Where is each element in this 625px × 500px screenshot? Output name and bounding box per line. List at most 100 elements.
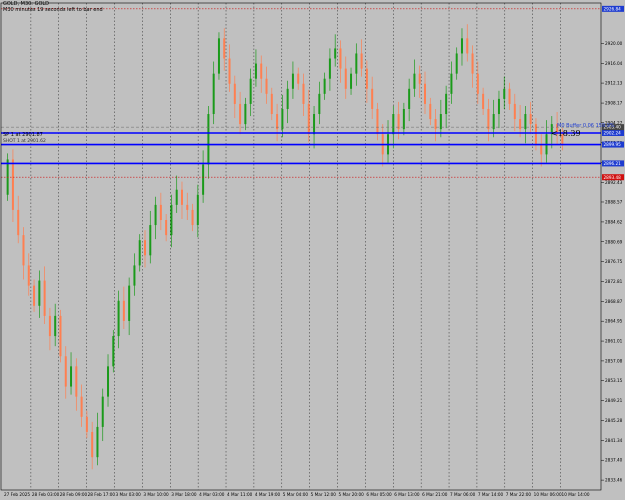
time-tick-label: 10 Mar 06:00 — [534, 492, 562, 497]
candle-body — [503, 88, 506, 99]
candle-body — [159, 204, 162, 221]
candle-body — [228, 58, 231, 84]
candle-body — [128, 285, 131, 321]
candle-body — [344, 68, 347, 89]
candle-body — [466, 38, 469, 54]
candle-body — [180, 189, 183, 205]
candle-body — [270, 93, 273, 115]
candle-body — [27, 265, 30, 286]
candle-body — [244, 103, 247, 125]
candle-body — [186, 204, 189, 210]
price-tick-label: 2888.57 — [605, 199, 623, 204]
candle-body — [524, 114, 527, 130]
candle-body — [297, 73, 300, 84]
candle-body — [286, 88, 289, 109]
candle-body — [239, 103, 242, 125]
candle-body — [402, 108, 405, 130]
candle-body — [307, 103, 310, 135]
price-chart[interactable]: 27 Feb 2025 28 Feb 03:00 28 Feb 09:00 28 Fe… — [0, 0, 625, 500]
candle-body — [476, 73, 479, 94]
price-tick-label: 2864.95 — [605, 319, 623, 324]
candle-body — [318, 93, 321, 115]
price-tick-label: 2912.13 — [605, 81, 623, 86]
candle-body — [313, 114, 316, 135]
candle-body — [429, 103, 432, 120]
candle-body — [513, 103, 516, 120]
candle-body — [191, 209, 194, 226]
candle-body — [59, 315, 62, 357]
candle-body — [302, 83, 305, 104]
time-tick-label: 28 Feb 17:00 — [88, 492, 116, 497]
time-tick-label: 6 Mar 05:00 — [366, 492, 392, 497]
candle-body — [254, 63, 257, 79]
time-tick-label: 7 Mar 06:00 — [450, 492, 476, 497]
candle-body — [471, 53, 474, 74]
price-tick-label: 2849.21 — [605, 398, 623, 403]
candle-body — [85, 416, 88, 432]
time-tick-label: 5 Mar 04:00 — [283, 492, 309, 497]
candle-body — [54, 315, 57, 337]
candle-body — [260, 63, 263, 79]
price-tick-label: 2853.15 — [605, 378, 623, 383]
candle-body — [33, 285, 36, 306]
price-tick-label: 2884.62 — [605, 219, 623, 224]
price-tick-label: 2880.69 — [605, 239, 623, 244]
candle-body — [138, 240, 141, 266]
candle-body — [48, 315, 51, 337]
candle-body — [424, 83, 426, 104]
candle-body — [397, 114, 400, 130]
candle-body — [154, 204, 157, 226]
candle-body — [265, 78, 268, 94]
candle-body — [217, 38, 220, 74]
candle-body — [392, 114, 395, 135]
candle-body — [487, 108, 490, 130]
candle-body — [455, 53, 458, 74]
price-tick-label: 2833.46 — [605, 478, 623, 483]
candle-body — [450, 73, 453, 94]
candle-body — [439, 114, 442, 130]
candle-body — [17, 209, 20, 236]
candle-body — [202, 164, 205, 195]
time-tick-label: 4 Mar 11:00 — [227, 492, 253, 497]
cursor-label: SP 1 at 2901.87 — [3, 132, 43, 138]
candle-body — [291, 73, 294, 89]
candle-body — [75, 366, 78, 397]
candle-body — [365, 68, 368, 89]
candle-body — [112, 336, 115, 367]
price-tag-label: 2899.95 — [604, 142, 622, 147]
candle-body — [196, 194, 199, 226]
candle-body — [144, 240, 146, 256]
price-tag-label: 2893.48 — [604, 175, 622, 180]
candle-body — [233, 83, 236, 104]
chart-window[interactable]: 27 Feb 2025 28 Feb 03:00 28 Feb 09:00 28 Fe… — [0, 0, 625, 500]
candle-body — [64, 356, 67, 387]
candle-body — [413, 73, 416, 89]
candle-body — [445, 93, 448, 115]
time-tick-label: 7 Mar 14:00 — [478, 492, 504, 497]
price-tick-label: 2861.01 — [605, 339, 623, 344]
price-tick-label: 2845.28 — [605, 418, 623, 423]
time-tick-label: 3 Mar 18:00 — [171, 492, 197, 497]
candle-body — [371, 88, 374, 109]
candle-body — [80, 396, 83, 417]
price-tick-label: 2857.08 — [605, 358, 623, 363]
candle-body — [334, 48, 337, 59]
candle-body — [249, 78, 252, 104]
price-tag-label: 2896.21 — [604, 161, 622, 166]
time-tick-label: 10 Mar 14:00 — [562, 492, 590, 497]
time-tick-label: 6 Mar 13:00 — [394, 492, 420, 497]
candle-body — [207, 114, 210, 165]
price-tag-label: 2926.84 — [604, 6, 622, 11]
candle-body — [360, 53, 363, 69]
candle-body — [355, 53, 358, 74]
candle-body — [175, 189, 178, 205]
time-tick-label: 5 Mar 20:00 — [339, 492, 365, 497]
time-tick-label: 3 Mar 10:00 — [143, 492, 169, 497]
price-tick-label: 2872.81 — [605, 279, 623, 284]
price-tick-label: 2837.40 — [605, 458, 623, 463]
candle-body — [170, 204, 173, 236]
candle-body — [408, 88, 411, 109]
price-tick-label: 2841.34 — [605, 438, 623, 443]
cursor-sub-label: SHOT 1 at 2901.62 — [3, 139, 46, 144]
candle-body — [11, 159, 14, 210]
